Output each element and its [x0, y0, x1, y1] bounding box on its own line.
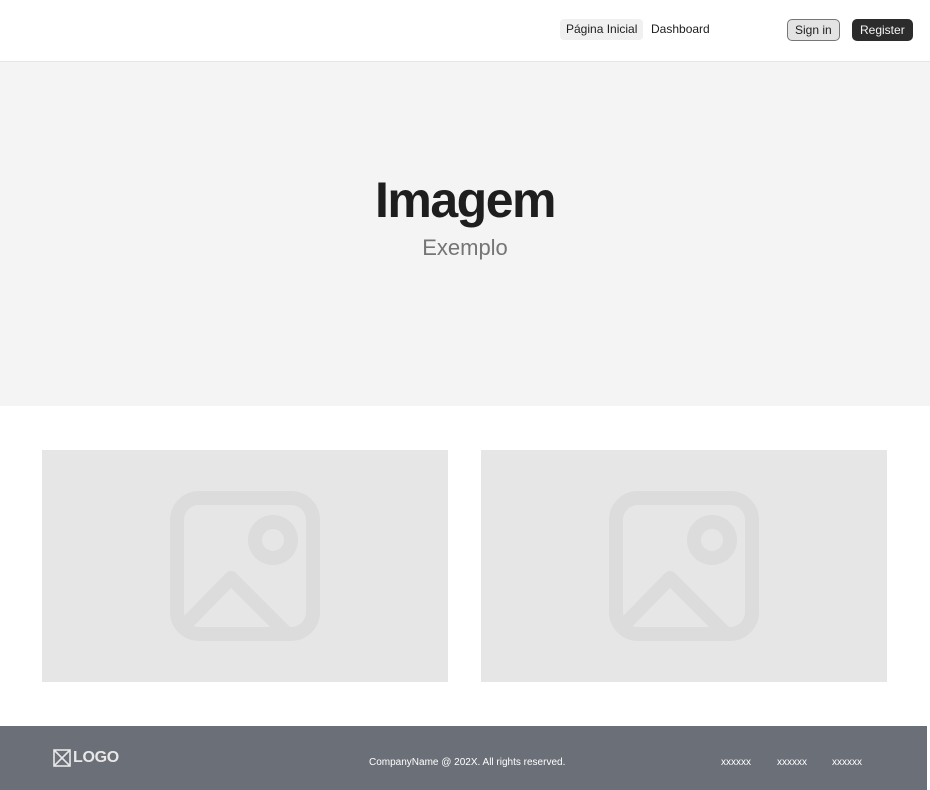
- image-placeholder-icon: [170, 491, 320, 641]
- logo-text: LOGO: [73, 749, 119, 766]
- footer-link[interactable]: xxxxxx: [832, 756, 862, 769]
- footer-link[interactable]: xxxxxx: [777, 756, 807, 769]
- register-button[interactable]: Register: [852, 19, 913, 41]
- footer-link[interactable]: xxxxxx: [721, 756, 751, 769]
- nav-item-home[interactable]: Página Inicial: [560, 19, 644, 40]
- image-card: [42, 450, 448, 682]
- top-header: Página Inicial Dashboard Sign in Registe…: [0, 0, 930, 62]
- footer: LOGO CompanyName @ 202X. All rights rese…: [0, 726, 927, 790]
- image-card: [481, 450, 887, 682]
- hero-subtitle: Exemplo: [422, 235, 508, 260]
- hero-section: Imagem Exemplo: [0, 62, 930, 406]
- footer-logo[interactable]: LOGO: [53, 748, 119, 768]
- hero-title: Imagem: [375, 172, 556, 228]
- copyright-text: CompanyName @ 202X. All rights reserved.: [369, 757, 566, 768]
- image-placeholder-icon: [609, 491, 759, 641]
- nav-item-dashboard[interactable]: Dashboard: [645, 19, 716, 40]
- logo-icon: [53, 749, 71, 767]
- sign-in-button[interactable]: Sign in: [787, 19, 840, 41]
